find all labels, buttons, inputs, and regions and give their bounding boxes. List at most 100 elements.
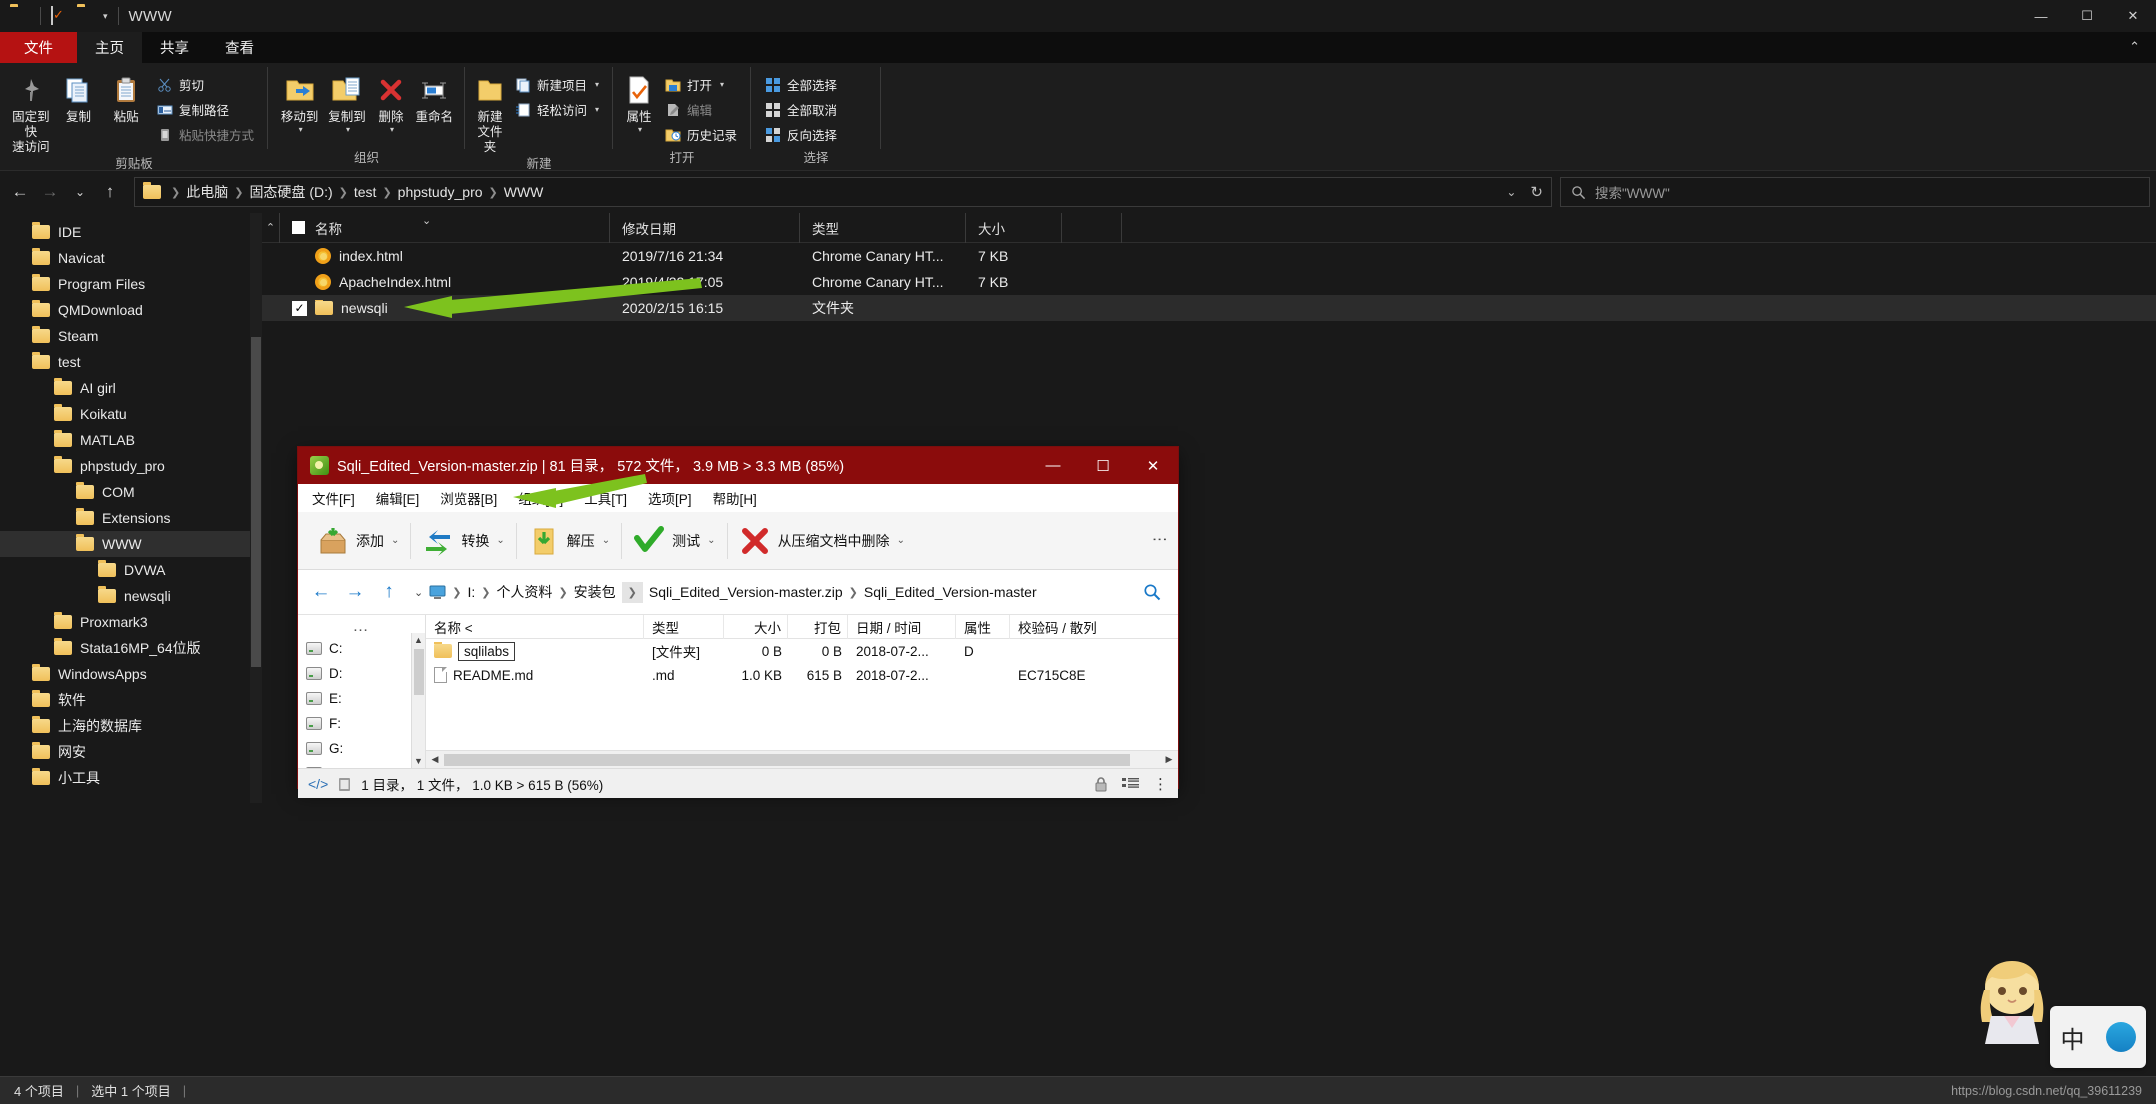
new-item-button[interactable]: 新建项目 ▾ <box>509 72 605 97</box>
checked-document-icon[interactable] <box>51 7 71 25</box>
winrar-tree-item[interactable]: F: <box>298 711 425 736</box>
nav-tree-item[interactable]: Extensions <box>0 505 262 531</box>
winrar-tree-item[interactable]: D: <box>298 661 425 686</box>
search-input[interactable]: 搜索"WWW" <box>1560 177 2150 207</box>
winrar-extract-button[interactable]: 解压 ⌄ <box>517 517 621 565</box>
copy-path-button[interactable]: 复制路径 <box>151 97 260 122</box>
winrar-menu-item[interactable]: 浏览器[B] <box>440 488 497 508</box>
column-header-name[interactable]: 名称 ⌄ <box>280 213 610 243</box>
ime-indicator[interactable]: 中 <box>2050 1006 2146 1068</box>
winrar-column-header-name[interactable]: 名称 < <box>426 615 644 639</box>
breadcrumb-item-0[interactable]: 此电脑 <box>186 182 228 202</box>
nav-tree-item[interactable]: WindowsApps <box>0 661 262 687</box>
nav-tree-item[interactable]: WWW <box>0 531 262 557</box>
chevron-down-icon[interactable]: ⌄ <box>1506 185 1516 199</box>
column-header-date[interactable]: 修改日期 <box>610 213 800 243</box>
tab-file[interactable]: 文件 <box>0 32 77 63</box>
tab-home[interactable]: 主页 <box>77 32 142 63</box>
view-mode-icon[interactable] <box>1122 777 1139 791</box>
nav-tree-item[interactable]: DVWA <box>0 557 262 583</box>
table-row[interactable]: sqlilabs[文件夹]0 B0 B2018-07-2...D <box>426 639 1178 663</box>
folder-icon[interactable] <box>77 7 97 25</box>
row-checkbox[interactable]: ✓ <box>292 301 307 316</box>
move-to-button[interactable]: 移动到 ▾ <box>276 69 323 134</box>
up-arrow-icon[interactable]: ↑ <box>96 177 124 207</box>
chevron-down-icon[interactable]: ⌄ <box>414 586 423 599</box>
winrar-tree-item[interactable]: C: <box>298 636 425 661</box>
winrar-horizontal-scrollbar[interactable]: ◀ ▶ <box>426 750 1178 768</box>
nav-scrollbar-thumb[interactable] <box>251 337 261 667</box>
winrar-convert-button[interactable]: 转换 ⌄ <box>411 517 515 565</box>
winrar-add-button[interactable]: 添加 ⌄ <box>306 517 410 565</box>
table-row[interactable]: index.html2019/7/16 21:34Chrome Canary H… <box>262 243 2156 269</box>
cell-name[interactable]: README.md <box>426 667 644 683</box>
open-button[interactable]: 打开 ▾ <box>659 72 743 97</box>
chevron-down-icon[interactable]: ▾ <box>390 125 394 134</box>
chevron-down-icon[interactable]: ▾ <box>595 80 599 89</box>
table-row[interactable]: ✓newsqli2020/2/15 16:15文件夹 <box>262 295 2156 321</box>
file-list[interactable]: index.html2019/7/16 21:34Chrome Canary H… <box>262 243 2156 321</box>
winrar-breadcrumb[interactable]: ⌄ ❯ I: ❯ 个人资料 ❯ 安装包 ❯ Sqli_Edited_Versio… <box>408 576 1130 608</box>
winrar-tree-scrollbar[interactable]: ▲ ▼ <box>411 633 425 768</box>
nav-tree-item[interactable]: QMDownload <box>0 297 262 323</box>
chevron-down-icon[interactable]: ⌄ <box>602 535 610 546</box>
winrar-minimize-button[interactable]: — <box>1028 447 1078 484</box>
breadcrumb-separator-active[interactable]: ❯ <box>622 582 643 603</box>
forward-arrow-icon[interactable]: → <box>340 577 370 607</box>
nav-tree-item[interactable]: phpstudy_pro <box>0 453 262 479</box>
chevron-down-icon[interactable]: ▾ <box>595 105 599 114</box>
refresh-icon[interactable]: ↻ <box>1530 183 1543 201</box>
nav-tree-item[interactable]: 软件 <box>0 687 262 713</box>
winrar-column-header-size[interactable]: 大小 <box>724 615 788 639</box>
edit-button[interactable]: 编辑 <box>659 97 743 122</box>
nav-tree-item[interactable]: 网安 <box>0 739 262 765</box>
winrar-tree-item[interactable]: E: <box>298 686 425 711</box>
nav-tree-item[interactable]: MATLAB <box>0 427 262 453</box>
column-header-size[interactable]: 大小 <box>966 213 1062 243</box>
cut-button[interactable]: 剪切 <box>151 72 260 97</box>
winrar-menu-item[interactable]: 组织[O] <box>518 488 563 508</box>
select-all-button[interactable]: 全部选择 <box>759 72 843 97</box>
nav-tree-item[interactable]: newsqli <box>0 583 262 609</box>
table-row[interactable]: ApacheIndex.html2019/4/22 17:05Chrome Ca… <box>262 269 2156 295</box>
winrar-menu-item[interactable]: 选项[P] <box>648 488 692 508</box>
scroll-left-icon[interactable]: ◀ <box>426 754 444 765</box>
chevron-down-icon[interactable]: ⌄ <box>496 535 504 546</box>
paste-button[interactable]: 粘贴 <box>103 69 149 125</box>
paste-shortcut-button[interactable]: 粘贴快捷方式 <box>151 122 260 147</box>
chevron-down-icon[interactable]: ▾ <box>346 125 350 134</box>
winrar-menu-item[interactable]: 帮助[H] <box>713 488 757 508</box>
copy-button[interactable]: 复制 <box>56 69 102 125</box>
winrar-file-list[interactable]: sqlilabs[文件夹]0 B0 B2018-07-2...D README.m… <box>426 639 1178 687</box>
nav-tree-item[interactable]: AI girl <box>0 375 262 401</box>
nav-tree-item[interactable]: COM <box>0 479 262 505</box>
winrar-test-button[interactable]: 测试 ⌄ <box>622 517 726 565</box>
nav-tree-item[interactable]: test <box>0 349 262 375</box>
back-arrow-icon[interactable]: ← <box>6 177 34 207</box>
chevron-down-icon[interactable]: ▾ <box>638 125 642 134</box>
maximize-button[interactable]: ☐ <box>2064 0 2110 32</box>
folder-icon[interactable] <box>10 7 30 25</box>
breadcrumb-item-2[interactable]: test <box>354 184 377 200</box>
new-folder-button[interactable]: 新建文件夹 <box>473 69 507 155</box>
breadcrumb-item-1[interactable]: 固态硬盘 (D:) <box>249 182 332 202</box>
chevron-down-icon[interactable]: ⌄ <box>897 535 905 546</box>
scroll-right-icon[interactable]: ▶ <box>1160 754 1178 765</box>
nav-tree-item[interactable]: Proxmark3 <box>0 609 262 635</box>
ribbon-collapse-icon[interactable]: ⌃ <box>2129 39 2140 55</box>
delete-button[interactable]: 删除 ▾ <box>371 69 412 134</box>
chevron-down-icon[interactable]: ⌄ <box>707 535 715 546</box>
winrar-menu-item[interactable]: 文件[F] <box>312 488 355 508</box>
more-options-icon[interactable]: ⋮ <box>1153 775 1168 793</box>
copy-to-button[interactable]: 复制到 ▾ <box>323 69 370 134</box>
cell-name[interactable]: sqlilabs <box>426 642 644 661</box>
history-button[interactable]: 历史记录 <box>659 122 743 147</box>
pin-to-quick-access-button[interactable]: 固定到快速访问 <box>8 69 54 155</box>
scroll-up-icon[interactable]: ▲ <box>412 633 425 647</box>
cell-name[interactable]: ✓newsqli <box>280 300 610 316</box>
winrar-breadcrumb-item-2[interactable]: 安装包 <box>574 582 616 602</box>
back-arrow-icon[interactable]: ← <box>306 577 336 607</box>
winrar-breadcrumb-item-3[interactable]: Sqli_Edited_Version-master.zip <box>649 584 843 600</box>
winrar-breadcrumb-item-1[interactable]: 个人资料 <box>496 582 552 602</box>
winrar-menu-item[interactable]: 编辑[E] <box>376 488 420 508</box>
